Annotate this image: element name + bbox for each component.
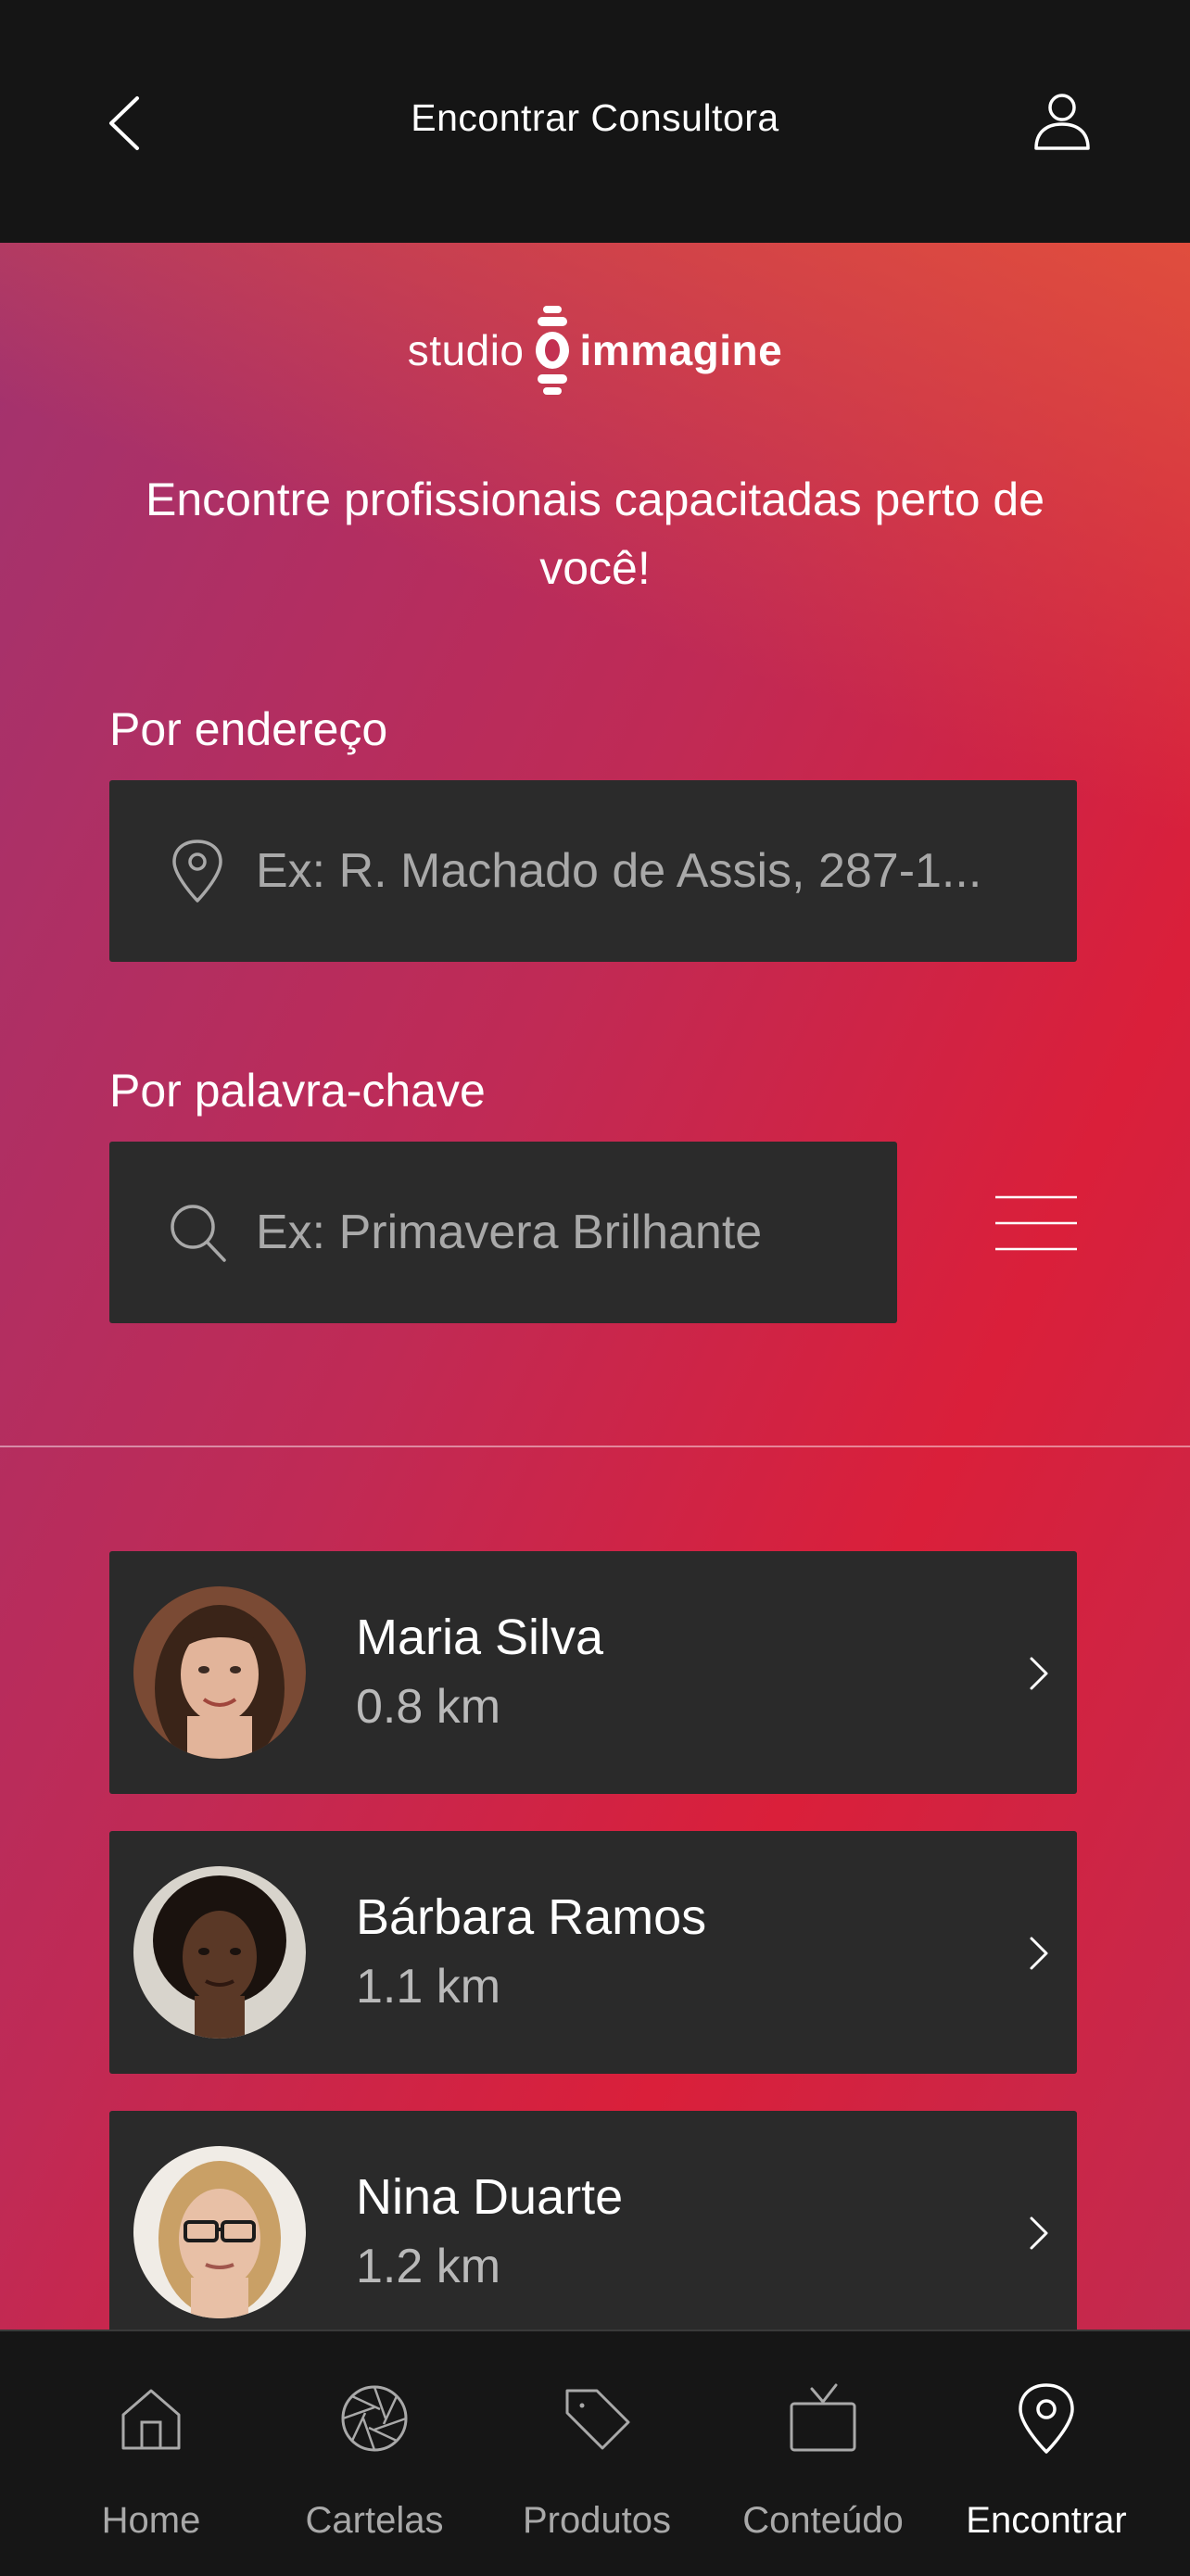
avatar <box>133 1866 306 2039</box>
address-input[interactable] <box>256 780 1047 962</box>
keyword-label: Por palavra-chave <box>109 1065 486 1117</box>
consultant-distance: 1.1 km <box>356 1960 501 2014</box>
tab-cartelas[interactable]: Cartelas <box>272 2331 476 2576</box>
location-pin-icon <box>172 840 222 903</box>
consultant-card[interactable]: Nina Duarte 1.2 km <box>109 2111 1077 2330</box>
top-bar: Encontrar Consultora <box>0 0 1190 243</box>
consultant-distance: 0.8 km <box>356 1680 501 1734</box>
filter-menu-icon[interactable] <box>994 1190 1079 1256</box>
logo-brand-text: immagine <box>579 326 783 374</box>
tab-conteudo[interactable]: Conteúdo <box>721 2331 925 2576</box>
aperture-icon <box>341 2385 408 2452</box>
logo-mark-icon <box>535 306 569 395</box>
tab-label: Cartelas <box>305 2500 444 2541</box>
tab-label: Home <box>101 2500 201 2541</box>
tab-home[interactable]: Home <box>49 2331 253 2576</box>
consultant-card[interactable]: Bárbara Ramos 1.1 km <box>109 1831 1077 2074</box>
brand-logo: studio immagine <box>0 304 1190 397</box>
tab-label: Produtos <box>522 2500 672 2541</box>
page-title: Encontrar Consultora <box>411 96 779 139</box>
consultant-distance: 1.2 km <box>356 2240 501 2293</box>
tab-encontrar[interactable]: Encontrar <box>944 2331 1148 2576</box>
consultant-name: Nina Duarte <box>356 2169 624 2225</box>
location-pin-icon <box>1019 2383 1074 2454</box>
content-area: studio immagine Encontre profissionais c… <box>0 243 1190 2330</box>
consultant-name: Maria Silva <box>356 1610 604 1665</box>
chevron-right-icon <box>1030 1657 1048 1690</box>
tv-icon <box>790 2383 856 2452</box>
tab-label: Conteúdo <box>742 2500 904 2541</box>
chevron-right-icon <box>1030 2216 1048 2250</box>
headline: Encontre profissionais capacitadas perto… <box>145 474 1045 594</box>
avatar <box>133 1586 306 1759</box>
avatar <box>133 2146 306 2318</box>
address-label: Por endereço <box>109 703 388 755</box>
tab-label: Encontrar <box>966 2500 1127 2541</box>
address-field[interactable] <box>109 780 1077 962</box>
keyword-field[interactable] <box>109 1142 897 1323</box>
home-icon <box>121 2389 181 2450</box>
consultant-name: Bárbara Ramos <box>356 1889 707 1945</box>
chevron-right-icon <box>1030 1937 1048 1970</box>
bottom-tab-bar: Home Cartelas Produtos Conteúdo Encontra… <box>0 2330 1190 2576</box>
section-divider <box>0 1446 1190 1447</box>
profile-icon[interactable] <box>1031 89 1094 154</box>
consultant-card[interactable]: Maria Silva 0.8 km <box>109 1551 1077 1794</box>
tag-icon <box>565 2389 630 2450</box>
search-icon <box>171 1205 226 1262</box>
tab-produtos[interactable]: Produtos <box>495 2331 699 2576</box>
keyword-input[interactable] <box>256 1142 867 1323</box>
logo-studio-text: studio <box>407 326 525 374</box>
